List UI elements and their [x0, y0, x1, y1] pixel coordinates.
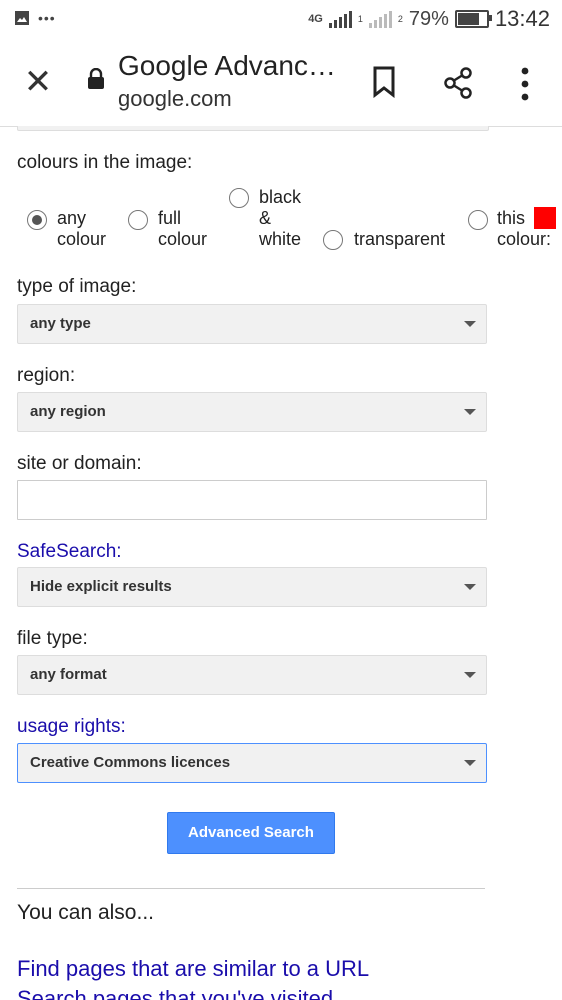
radio-transparent[interactable] — [323, 230, 343, 250]
battery-percent: 79% — [408, 7, 449, 30]
browser-toolbar: ✕ Google Advanc… google.com — [0, 40, 562, 127]
close-icon[interactable]: ✕ — [20, 64, 56, 100]
select-value: any type — [30, 315, 91, 332]
file-type-select[interactable]: any format — [17, 655, 487, 695]
colour-swatch[interactable] — [534, 207, 556, 229]
file-type-label: file type: — [17, 628, 88, 649]
usage-rights-label[interactable]: usage rights: — [17, 716, 126, 738]
signal-sim2-icon — [368, 10, 392, 28]
usage-rights-select[interactable]: Creative Commons licences — [17, 743, 487, 783]
label-line: any — [57, 208, 87, 228]
you-can-also-heading: You can also... — [17, 901, 154, 924]
dropdown-arrow-icon — [464, 672, 476, 678]
signal-sim1-icon — [328, 10, 352, 28]
safesearch-select[interactable]: Hide explicit results — [17, 567, 487, 607]
more-notifications-icon: ••• — [38, 10, 56, 26]
radio-any-colour[interactable] — [27, 210, 47, 230]
label-line: black — [259, 187, 302, 207]
similar-pages-link[interactable]: Find pages that are similar to a URL — [17, 956, 369, 982]
dropdown-arrow-icon — [464, 584, 476, 590]
label-line: & — [259, 208, 272, 228]
radio-label-full-colour: full colour — [158, 208, 207, 250]
lock-icon — [88, 68, 104, 89]
label-line: transparent — [354, 229, 446, 249]
sim2-label: 2 — [397, 14, 403, 24]
page-content: colours in the image: any colour full co… — [0, 126, 562, 1000]
region-label: region: — [17, 365, 76, 386]
dropdown-arrow-icon — [464, 321, 476, 327]
region-select[interactable]: any region — [17, 392, 487, 432]
page-url: google.com — [118, 86, 232, 111]
clock: 13:42 — [494, 6, 550, 31]
site-domain-label: site or domain: — [17, 453, 142, 474]
select-value: any region — [30, 403, 106, 420]
label-line: full — [158, 208, 182, 228]
site-domain-input[interactable] — [17, 480, 487, 520]
select-value: Creative Commons licences — [30, 754, 231, 771]
status-bar: ••• 4G 1 2 79% 13:42 — [0, 0, 562, 40]
more-vert-icon[interactable] — [518, 66, 532, 102]
share-icon[interactable] — [442, 66, 474, 100]
label-line: colour — [158, 229, 208, 249]
radio-label-black-white: black & white — [259, 187, 301, 250]
advanced-search-button[interactable]: Advanced Search — [167, 812, 335, 854]
battery-icon — [454, 10, 492, 28]
page-title: Google Advanc… — [118, 50, 336, 81]
radio-label-transparent: transparent — [354, 229, 445, 250]
select-value: any format — [30, 666, 107, 683]
type-of-image-label: type of image: — [17, 276, 137, 297]
colours-label: colours in the image: — [17, 152, 193, 173]
notification-icons: ••• — [14, 10, 56, 26]
label-line: white — [259, 229, 302, 249]
visited-pages-link[interactable]: Search pages that you've visited — [17, 986, 333, 1000]
select-value: Hide explicit results — [30, 578, 172, 595]
network-type: 4G — [308, 13, 323, 25]
radio-black-white[interactable] — [229, 188, 249, 208]
dropdown-arrow-icon — [464, 409, 476, 415]
radio-full-colour[interactable] — [128, 210, 148, 230]
radio-label-any-colour: any colour — [57, 208, 106, 250]
divider — [17, 888, 485, 889]
type-of-image-select[interactable]: any type — [17, 304, 487, 344]
dropdown-arrow-icon — [464, 760, 476, 766]
radio-this-colour[interactable] — [468, 210, 488, 230]
safesearch-label[interactable]: SafeSearch: — [17, 541, 122, 563]
image-notification-icon — [15, 11, 29, 25]
bookmark-icon[interactable] — [372, 66, 396, 98]
label-line: colour — [57, 229, 107, 249]
previous-field-edge — [17, 126, 489, 131]
sim1-label: 1 — [357, 14, 363, 24]
label-line: colour: — [497, 229, 552, 249]
